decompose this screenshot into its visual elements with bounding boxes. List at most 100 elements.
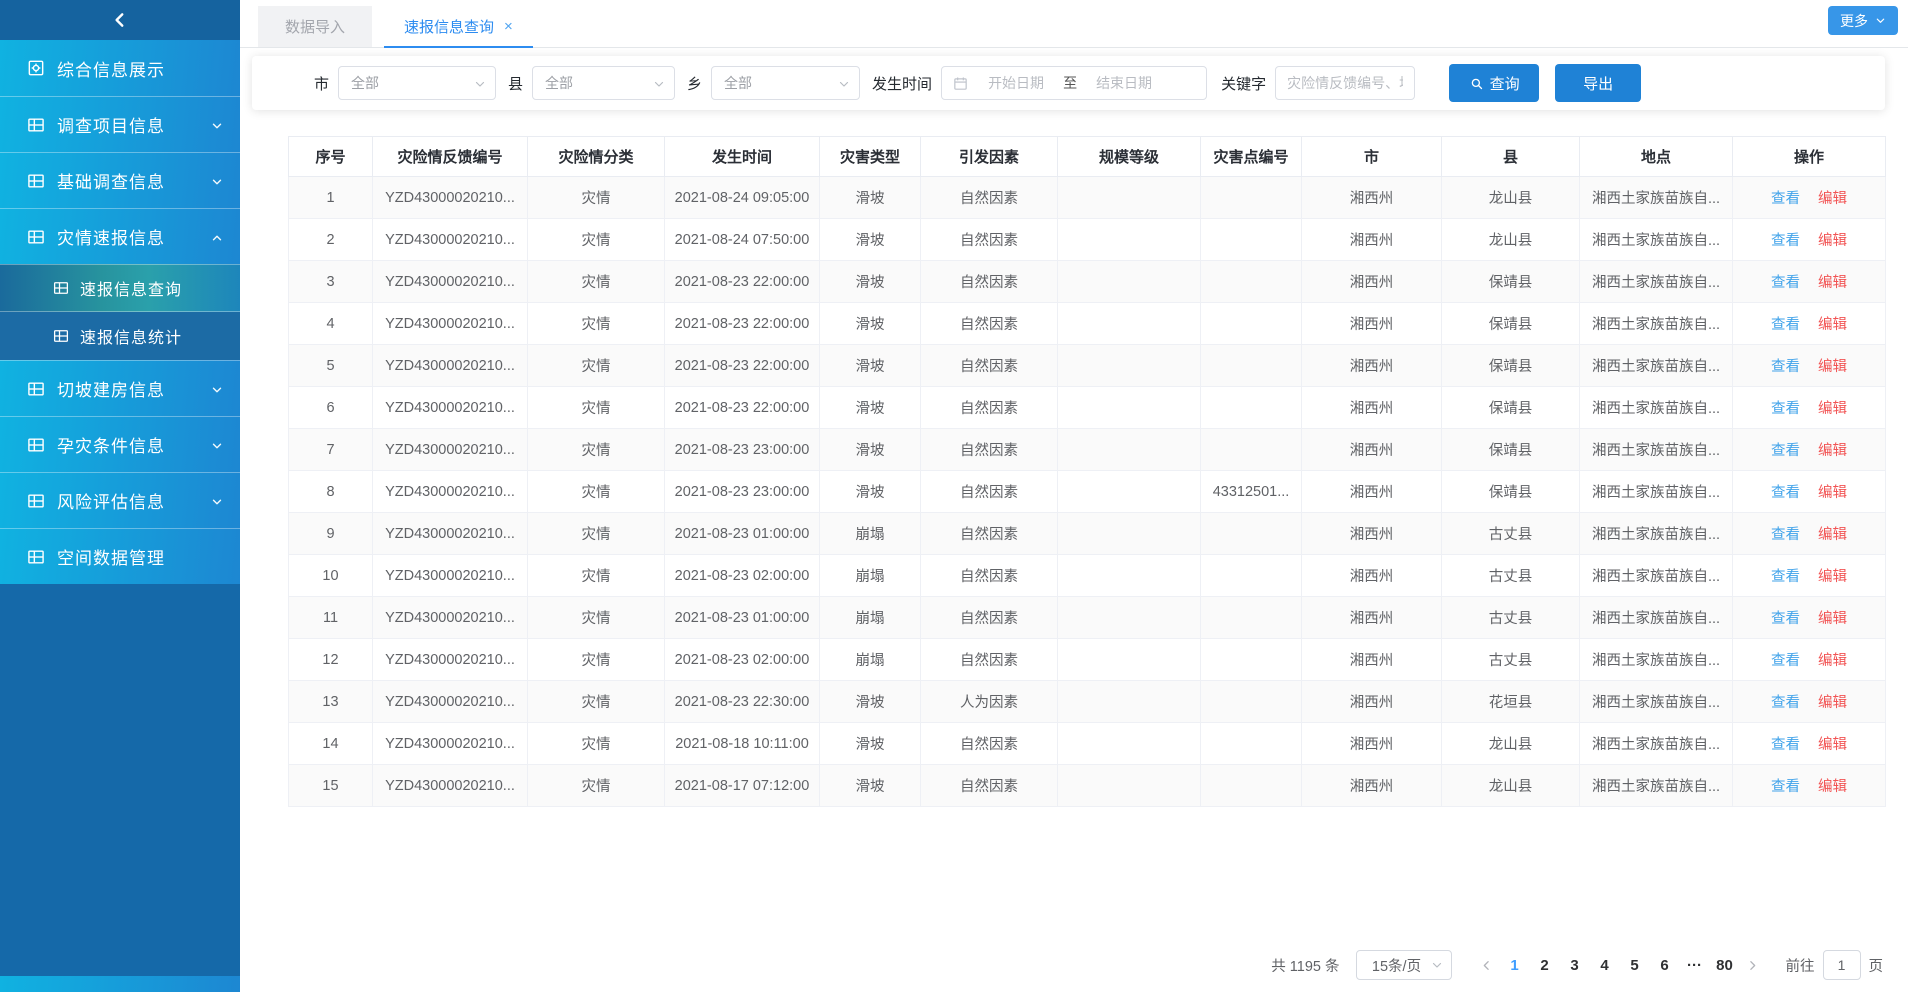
cell-location: 湘西土家族苗族自... <box>1580 471 1733 513</box>
view-link[interactable]: 查看 <box>1771 611 1800 627</box>
edit-link[interactable]: 编辑 <box>1818 359 1847 375</box>
cell-city: 湘西州 <box>1302 597 1442 639</box>
view-link[interactable]: 查看 <box>1771 401 1800 417</box>
cell-feedback-no: YZD43000020210... <box>373 429 528 471</box>
prev-page-button[interactable] <box>1474 950 1500 980</box>
next-page-button[interactable] <box>1740 950 1766 980</box>
cell-disaster-type: 滑坡 <box>820 387 921 429</box>
tab-report-query[interactable]: 速报信息查询 × <box>384 6 533 47</box>
sidebar-item-spatial-data[interactable]: 空间数据管理 <box>0 528 240 584</box>
table-icon <box>26 227 46 247</box>
page-number[interactable]: 2 <box>1530 950 1560 980</box>
goto-page-input[interactable] <box>1823 950 1861 980</box>
page-number[interactable]: 1 <box>1500 950 1530 980</box>
county-select[interactable]: 全部 <box>532 66 675 100</box>
view-link[interactable]: 查看 <box>1771 275 1800 291</box>
view-link[interactable]: 查看 <box>1771 443 1800 459</box>
edit-link[interactable]: 编辑 <box>1818 569 1847 585</box>
edit-link[interactable]: 编辑 <box>1818 317 1847 333</box>
sidebar-nav: 综合信息展示 调查项目信息 基础调查信息 <box>0 40 240 584</box>
table-row: 13 YZD43000020210... 灾情 2021-08-23 22:30… <box>289 681 1886 723</box>
cell-county: 古丈县 <box>1442 555 1580 597</box>
end-date-input[interactable] <box>1081 75 1167 91</box>
view-link[interactable]: 查看 <box>1771 485 1800 501</box>
edit-link[interactable]: 编辑 <box>1818 443 1847 459</box>
cell-county: 古丈县 <box>1442 597 1580 639</box>
date-range-picker[interactable]: 至 <box>941 66 1207 100</box>
cell-occur-time: 2021-08-23 02:00:00 <box>665 555 820 597</box>
column-header: 灾险情反馈编号 <box>373 137 528 177</box>
search-button[interactable]: 查询 <box>1449 64 1539 102</box>
view-link[interactable]: 查看 <box>1771 359 1800 375</box>
cell-point-no: 43312501... <box>1201 471 1302 513</box>
view-link[interactable]: 查看 <box>1771 779 1800 795</box>
cell-disaster-type: 滑坡 <box>820 303 921 345</box>
edit-link[interactable]: 编辑 <box>1818 485 1847 501</box>
cell-cause: 自然因素 <box>921 429 1058 471</box>
cell-actions: 查看 编辑 <box>1733 513 1886 555</box>
sidebar-item-slope-housing[interactable]: 切坡建房信息 <box>0 360 240 416</box>
view-link[interactable]: 查看 <box>1771 317 1800 333</box>
sidebar-collapse-button[interactable] <box>0 0 240 40</box>
edit-link[interactable]: 编辑 <box>1818 401 1847 417</box>
export-button[interactable]: 导出 <box>1555 64 1641 102</box>
sidebar-item-disaster-report[interactable]: 灾情速报信息 <box>0 208 240 264</box>
edit-link[interactable]: 编辑 <box>1818 695 1847 711</box>
page-size-value: 15条/页 <box>1372 955 1421 976</box>
sidebar-subitem-report-query[interactable]: 速报信息查询 <box>0 264 240 312</box>
edit-link[interactable]: 编辑 <box>1818 527 1847 543</box>
edit-link[interactable]: 编辑 <box>1818 779 1847 795</box>
keyword-input[interactable] <box>1275 66 1415 100</box>
view-link[interactable]: 查看 <box>1771 569 1800 585</box>
cell-location: 湘西土家族苗族自... <box>1580 303 1733 345</box>
page-number[interactable]: ··· <box>1680 950 1710 980</box>
edit-link[interactable]: 编辑 <box>1818 191 1847 207</box>
sidebar-subitem-report-stats[interactable]: 速报信息统计 <box>0 312 240 360</box>
page-number[interactable]: 3 <box>1560 950 1590 980</box>
sidebar-item-risk-assessment[interactable]: 风险评估信息 <box>0 472 240 528</box>
cell-county: 花垣县 <box>1442 681 1580 723</box>
cell-point-no <box>1201 555 1302 597</box>
cell-scale <box>1058 597 1201 639</box>
view-link[interactable]: 查看 <box>1771 653 1800 669</box>
edit-link[interactable]: 编辑 <box>1818 233 1847 249</box>
edit-link[interactable]: 编辑 <box>1818 611 1847 627</box>
tab-data-import[interactable]: 数据导入 <box>258 6 372 47</box>
edit-link[interactable]: 编辑 <box>1818 275 1847 291</box>
town-select[interactable]: 全部 <box>711 66 860 100</box>
page-number[interactable]: 5 <box>1620 950 1650 980</box>
table-icon <box>26 435 46 455</box>
cell-cause: 人为因素 <box>921 681 1058 723</box>
edit-link[interactable]: 编辑 <box>1818 653 1847 669</box>
city-label: 市 <box>314 73 329 94</box>
view-link[interactable]: 查看 <box>1771 737 1800 753</box>
sidebar-item-overview[interactable]: 综合信息展示 <box>0 40 240 96</box>
filter-panel: 市 全部 县 全部 乡 全部 <box>252 56 1885 110</box>
cell-city: 湘西州 <box>1302 723 1442 765</box>
more-button[interactable]: 更多 <box>1828 6 1898 35</box>
page-size-select[interactable]: 15条/页 <box>1356 950 1452 980</box>
city-select[interactable]: 全部 <box>338 66 496 100</box>
sidebar-item-hazard-conditions[interactable]: 孕灾条件信息 <box>0 416 240 472</box>
sidebar-item-basic-survey[interactable]: 基础调查信息 <box>0 152 240 208</box>
page-number[interactable]: 4 <box>1590 950 1620 980</box>
cell-seq: 15 <box>289 765 373 807</box>
table-icon <box>26 115 46 135</box>
sidebar-item-survey-project[interactable]: 调查项目信息 <box>0 96 240 152</box>
chevron-left-icon <box>1480 959 1493 972</box>
sidebar-item-label: 灾情速报信息 <box>57 224 165 249</box>
view-link[interactable]: 查看 <box>1771 695 1800 711</box>
view-link[interactable]: 查看 <box>1771 233 1800 249</box>
page-number[interactable]: 6 <box>1650 950 1680 980</box>
view-link[interactable]: 查看 <box>1771 191 1800 207</box>
close-icon[interactable]: × <box>504 19 513 34</box>
cell-category: 灾情 <box>528 723 665 765</box>
edit-link[interactable]: 编辑 <box>1818 737 1847 753</box>
page-number[interactable]: 80 <box>1710 950 1740 980</box>
view-link[interactable]: 查看 <box>1771 527 1800 543</box>
cell-disaster-type: 滑坡 <box>820 345 921 387</box>
start-date-input[interactable] <box>973 75 1059 91</box>
cell-point-no <box>1201 387 1302 429</box>
cell-disaster-type: 滑坡 <box>820 765 921 807</box>
cell-county: 龙山县 <box>1442 723 1580 765</box>
